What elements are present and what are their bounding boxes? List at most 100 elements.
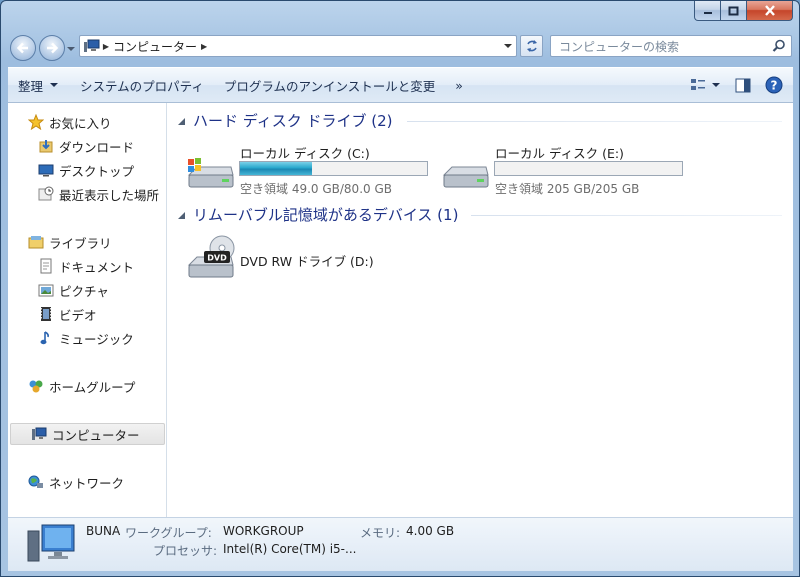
system-properties-button[interactable]: システムのプロパティ (70, 68, 214, 102)
memory-value: 4.00 GB (406, 524, 455, 538)
workgroup-label: ワークグループ: (125, 526, 212, 540)
search-input[interactable]: コンピューターの検索 (551, 38, 772, 55)
sidebar-label: コンピューター (52, 427, 140, 443)
drive-c[interactable]: ローカル ディスク (C:) 空き領域 49.0 GB/80.0 GB (186, 143, 428, 196)
close-icon (764, 5, 775, 16)
navigation-pane: お気に入り ダウンロード デスクトップ 最近表示した場所 ライブラリ ドキュメン… (8, 103, 167, 517)
collapse-triangle-icon (178, 211, 185, 219)
drive-usage-bar (239, 161, 428, 176)
computer-name: BUNA (86, 524, 121, 538)
command-bar: 整理 システムのプロパティ プログラムのアンインストールと変更 » ? (8, 67, 793, 103)
downloads-folder-icon (39, 140, 53, 153)
sidebar-item-computer[interactable]: コンピューター (10, 423, 165, 445)
forward-arrow-icon (47, 42, 59, 54)
processor-value: Intel(R) Core(TM) i5-... (223, 542, 357, 556)
sidebar-label: ピクチャ (59, 283, 109, 299)
libraries-folder-icon (28, 236, 44, 249)
refresh-button[interactable] (520, 35, 543, 57)
sidebar-item-videos[interactable]: ビデオ (8, 303, 165, 325)
back-button[interactable] (10, 35, 36, 61)
uninstall-programs-button[interactable]: プログラムのアンインストールと変更 (214, 68, 445, 102)
dvd-drive-icon: DVD (187, 235, 235, 278)
sidebar-label: ライブラリ (49, 235, 112, 251)
group-header-removable-storage[interactable]: リムーバブル記憶域があるデバイス (1) (177, 204, 458, 225)
sidebar-label: デスクトップ (59, 163, 135, 179)
sidebar-label: ドキュメント (59, 259, 135, 275)
sidebar-item-downloads[interactable]: ダウンロード (8, 135, 165, 157)
workgroup-value: WORKGROUP (223, 524, 304, 538)
sidebar-item-music[interactable]: ミュージック (8, 327, 165, 349)
drive-e[interactable]: ローカル ディスク (E:) 空き領域 205 GB/205 GB (441, 143, 683, 196)
drive-d-dvd[interactable]: DVD DVD RW ドライブ (D:) (186, 235, 406, 283)
search-icon[interactable] (772, 39, 786, 53)
sidebar-label: ネットワーク (49, 475, 125, 491)
recent-places-icon (38, 186, 54, 201)
sidebar-label: ビデオ (59, 307, 97, 323)
explorer-window: ▶ コンピューター ▶ コンピューターの検索 整理 システムのプロパティ プログ… (0, 0, 800, 577)
close-button[interactable] (747, 1, 793, 21)
collapse-triangle-icon (178, 117, 185, 125)
view-options-button[interactable] (690, 78, 721, 92)
breadcrumb-separator-icon[interactable]: ▶ (199, 42, 209, 51)
drive-free-space: 空き領域 205 GB/205 GB (495, 182, 640, 196)
group-header-hard-disk-drives[interactable]: ハード ディスク ドライブ (2) (177, 110, 393, 131)
sidebar-label: ダウンロード (59, 139, 135, 155)
pictures-icon (38, 284, 54, 297)
computer-large-icon (27, 524, 75, 562)
minimize-button[interactable] (694, 1, 721, 21)
sidebar-item-libraries[interactable]: ライブラリ (8, 231, 165, 253)
computer-icon (32, 427, 47, 440)
videos-icon (41, 307, 51, 321)
organize-button[interactable]: 整理 (8, 68, 70, 102)
sidebar-item-pictures[interactable]: ピクチャ (8, 279, 165, 301)
hard-drive-icon (442, 166, 489, 188)
sidebar-label: お気に入り (49, 115, 112, 131)
memory-label: メモリ: (360, 526, 401, 540)
forward-button[interactable] (39, 35, 65, 61)
refresh-icon (526, 40, 537, 52)
music-icon (40, 331, 49, 345)
sidebar-item-documents[interactable]: ドキュメント (8, 255, 165, 277)
content-area: お気に入り ダウンロード デスクトップ 最近表示した場所 ライブラリ ドキュメン… (8, 103, 793, 517)
drive-free-space: 空き領域 49.0 GB/80.0 GB (240, 182, 392, 196)
address-bar[interactable]: ▶ コンピューター ▶ (79, 35, 517, 57)
help-icon[interactable]: ? (765, 76, 783, 94)
details-pane: BUNA ワークグループ: WORKGROUP メモリ: 4.00 GB プロセ… (8, 517, 793, 571)
svg-text:?: ? (771, 79, 778, 93)
group-title: リムーバブル記憶域があるデバイス (1) (193, 206, 459, 224)
group-divider (407, 121, 782, 122)
search-box[interactable]: コンピューターの検索 (550, 35, 792, 57)
breadcrumb-separator-icon[interactable]: ▶ (101, 42, 111, 51)
items-view: ハード ディスク ドライブ (2) ローカル ディスク (C:) 空き領域 49… (168, 103, 793, 517)
sidebar-label: 最近表示した場所 (59, 187, 160, 203)
star-icon (28, 114, 44, 130)
chevron-down-icon (712, 83, 720, 87)
back-arrow-icon (16, 42, 28, 54)
sidebar-item-homegroup[interactable]: ホームグループ (8, 375, 165, 397)
drive-name: DVD RW ドライブ (D:) (240, 254, 374, 269)
minimize-icon (703, 11, 712, 14)
chevron-down-icon (50, 83, 59, 87)
recent-pages-dropdown-icon[interactable] (67, 45, 75, 53)
breadcrumb-computer[interactable]: コンピューター (111, 38, 199, 55)
preview-pane-icon[interactable] (735, 78, 751, 93)
group-divider (471, 215, 782, 216)
sidebar-item-desktop[interactable]: デスクトップ (8, 159, 165, 181)
sidebar-label: ホームグループ (49, 379, 136, 395)
caption-buttons (694, 1, 793, 21)
sidebar-item-network[interactable]: ネットワーク (8, 471, 165, 493)
network-icon (28, 475, 43, 488)
computer-small-icon (84, 39, 100, 52)
drive-name: ローカル ディスク (C:) (240, 146, 370, 161)
maximize-button[interactable] (721, 1, 747, 21)
address-dropdown-icon[interactable] (504, 42, 513, 50)
processor-label: プロセッサ: (153, 544, 218, 558)
drive-name: ローカル ディスク (E:) (495, 146, 624, 161)
homegroup-icon (29, 380, 43, 393)
documents-icon (40, 258, 52, 274)
more-commands-button[interactable]: » (445, 68, 473, 102)
sidebar-item-favorites[interactable]: お気に入り (8, 111, 165, 133)
desktop-icon (38, 164, 54, 177)
dvd-badge: DVD (207, 254, 227, 263)
sidebar-item-recent-places[interactable]: 最近表示した場所 (8, 183, 165, 205)
